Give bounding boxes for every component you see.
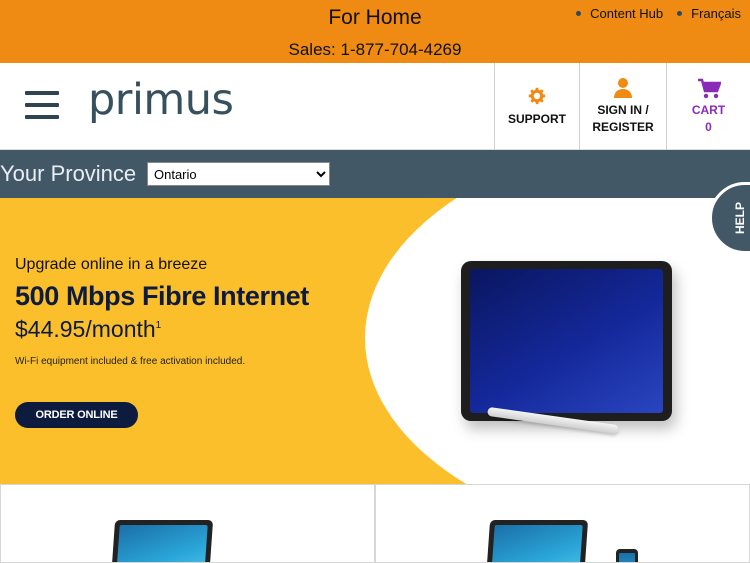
- hero-headline: 500 Mbps Fibre Internet: [15, 281, 309, 311]
- laptop-image: [110, 520, 214, 562]
- language-link[interactable]: Français: [677, 6, 741, 21]
- signin-label: SIGN IN /: [597, 103, 649, 117]
- product-card[interactable]: [375, 484, 750, 563]
- help-label: HELP: [733, 201, 748, 235]
- hero-price: $44.95/month1: [15, 316, 161, 343]
- top-bar: For Home Sales: 1-877-704-4269 Content H…: [0, 0, 750, 63]
- bullet-icon: [677, 11, 683, 16]
- province-bar: Your Province Ontario: [0, 150, 750, 198]
- content-hub-link[interactable]: Content Hub: [576, 6, 663, 21]
- cart-button[interactable]: CART 0: [666, 63, 750, 150]
- support-button[interactable]: SUPPORT: [494, 63, 579, 150]
- cart-label: CART: [691, 102, 726, 117]
- phone-image: [616, 549, 638, 562]
- cart-count: 0: [705, 119, 712, 134]
- signin-register-button[interactable]: SIGN IN / REGISTER: [579, 63, 666, 150]
- bullet-icon: [576, 11, 582, 16]
- province-select[interactable]: Ontario: [147, 162, 330, 186]
- content-hub-label: Content Hub: [590, 6, 664, 21]
- register-label: REGISTER: [592, 120, 654, 134]
- hero-banner: Upgrade online in a breeze 500 Mbps Fibr…: [0, 198, 750, 484]
- primus-logo[interactable]: primus: [88, 75, 234, 125]
- laptop-image: [485, 520, 589, 562]
- price-value: $44.95/month: [15, 316, 156, 342]
- province-label: Your Province: [0, 161, 137, 186]
- user-icon: [614, 78, 632, 98]
- cart-icon: [697, 78, 721, 98]
- menu-icon[interactable]: [25, 89, 59, 121]
- top-links: Content Hub Français: [576, 6, 741, 21]
- gear-icon: [528, 87, 546, 105]
- language-label: Français: [691, 6, 741, 21]
- order-online-button[interactable]: ORDER ONLINE: [15, 402, 138, 428]
- price-footnote: 1: [155, 320, 162, 331]
- sales-phone[interactable]: Sales: 1-877-704-4269: [0, 40, 750, 60]
- product-card[interactable]: [0, 484, 375, 563]
- hero-eyebrow: Upgrade online in a breeze: [15, 256, 208, 273]
- site-header: primus SUPPORT SIGN IN / REGISTER CART 0: [0, 63, 750, 150]
- tablet-image: [461, 261, 672, 421]
- support-label: SUPPORT: [507, 112, 566, 126]
- hero-fine-print: Wi-Fi equipment included & free activati…: [15, 356, 246, 367]
